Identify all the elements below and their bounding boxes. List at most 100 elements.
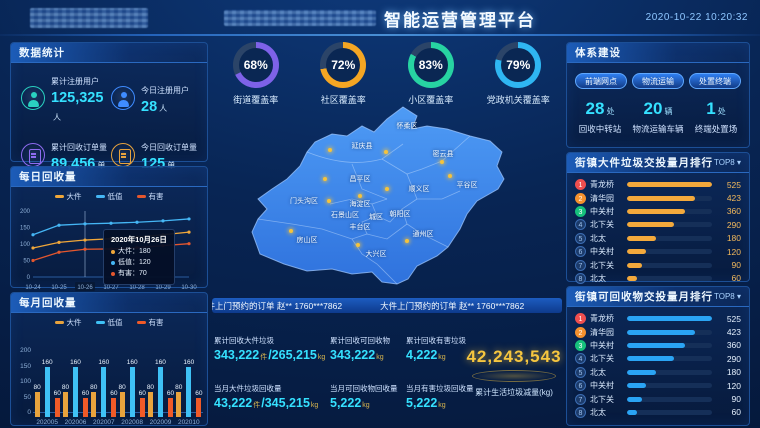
- map-district-label[interactable]: 延庆县: [352, 141, 373, 151]
- map-district-label[interactable]: 门头沟区: [290, 196, 318, 206]
- legend-marker: [55, 321, 64, 324]
- ranking-row: 5北太180: [575, 232, 741, 245]
- map-district-label[interactable]: 顺义区: [409, 184, 430, 194]
- ranking-value: 525: [716, 180, 741, 190]
- bar: [168, 398, 173, 417]
- bar: [101, 367, 106, 417]
- rank-badge: 5: [575, 233, 586, 244]
- legend-item[interactable]: 大件: [55, 317, 82, 328]
- x-axis-label: 202006: [65, 419, 87, 426]
- user-icon: [111, 86, 135, 110]
- map-district-label[interactable]: 密云县: [433, 149, 454, 159]
- top8-dropdown[interactable]: TOP8 ▾: [714, 158, 741, 167]
- map-district-label[interactable]: 昌平区: [350, 174, 371, 184]
- tab-disposal-terminal[interactable]: 处置终端: [689, 73, 741, 89]
- ranking-bar-track: [627, 263, 712, 268]
- legend-marker: [96, 195, 105, 198]
- x-axis-label: 202005: [36, 419, 58, 426]
- ranking-row: 6中关村120: [575, 245, 741, 258]
- ticker-item: 大件上门预约的订单 赵** 1760***7862: [380, 300, 524, 312]
- bar-value-label: 60: [110, 390, 117, 397]
- y-axis-tick: 150: [15, 363, 31, 370]
- panel-ranking-large: 街镇大件垃圾交投量月排行TOP8 ▾ 1青龙桥5252清华园4233中关村360…: [566, 152, 750, 282]
- counter-label: 累计生活垃圾减量(kg): [475, 387, 553, 398]
- rank-badge: 2: [575, 327, 586, 338]
- legend-item[interactable]: 有害: [137, 317, 164, 328]
- svg-text:10-27: 10-27: [103, 285, 119, 291]
- ranking-value: 290: [716, 220, 741, 230]
- map-district-label[interactable]: 房山区: [297, 235, 318, 245]
- stat-value: 125,325: [51, 90, 103, 106]
- map-district-label[interactable]: 城区: [369, 212, 383, 222]
- svg-text:10-29: 10-29: [155, 285, 171, 291]
- bar-group: 8016060202010: [175, 330, 202, 426]
- y-axis-tick: 0: [15, 409, 31, 416]
- legend-label: 有害: [149, 191, 164, 202]
- legend-item[interactable]: 有害: [137, 191, 164, 202]
- ranking-name: 北太: [590, 273, 623, 284]
- ranking-value: 423: [716, 193, 741, 203]
- bar-value-label: 160: [42, 359, 53, 366]
- legend-item[interactable]: 低值: [96, 191, 123, 202]
- bar: [120, 392, 125, 417]
- tab-front-end-network[interactable]: 前端网点: [575, 73, 627, 89]
- bar-value-label: 160: [155, 359, 166, 366]
- bar-value-label: 80: [34, 384, 41, 391]
- x-axis-label: 202007: [93, 419, 115, 426]
- legend-item[interactable]: 低值: [96, 317, 123, 328]
- ranking-row: 7北下关90: [575, 258, 741, 271]
- ranking-value: 525: [716, 314, 741, 324]
- ranking-bar: [627, 222, 674, 227]
- map-district-label[interactable]: 石景山区: [331, 210, 359, 220]
- panel-title: 街镇大件垃圾交投量月排行: [575, 155, 713, 170]
- ranking-value: 290: [716, 354, 741, 364]
- gauge-ring: 79%: [495, 42, 541, 88]
- daily-line-chart: 05010015020010-2410-2510-2610-2710-2810-…: [11, 203, 207, 300]
- map-site-dot: [448, 174, 452, 178]
- svg-text:100: 100: [20, 242, 31, 248]
- ranking-name: 北太: [590, 407, 623, 418]
- summary-label: 当月大件垃圾回收量: [214, 383, 326, 394]
- ranking-bar: [627, 370, 656, 375]
- summary-value: 343,222kg: [330, 348, 402, 362]
- system-stat-transfer: 28处回收中转站: [571, 99, 629, 135]
- tooltip-row: 大件：180: [111, 247, 167, 258]
- beijing-map[interactable]: 怀柔区延庆县密云县平谷区 昌平区顺义区门头沟区 海淀区石景山区城区朝阳区丰台区房山区…: [212, 104, 562, 294]
- ranking-bar-track: [627, 370, 712, 375]
- top8-dropdown[interactable]: TOP8 ▾: [714, 292, 741, 301]
- ranking-bar: [627, 316, 712, 321]
- ranking-row: 5北太180: [575, 366, 741, 379]
- tab-logistics[interactable]: 物流运输: [632, 73, 684, 89]
- summary-label: 累计回收有害垃圾: [406, 335, 464, 346]
- bar-value-label: 80: [147, 384, 154, 391]
- map-district-label[interactable]: 海淀区: [350, 199, 371, 209]
- map-district-label[interactable]: 通州区: [413, 229, 434, 239]
- tooltip-row: 有害：70: [111, 269, 167, 280]
- svg-text:50: 50: [23, 259, 30, 265]
- map-site-dot: [323, 177, 327, 181]
- rank-badge: 5: [575, 367, 586, 378]
- rank-badge: 3: [575, 340, 586, 351]
- gauge-street: 68%街道覆盖率: [212, 42, 300, 108]
- rank-badge: 7: [575, 394, 586, 405]
- legend-item[interactable]: 大件: [55, 191, 82, 202]
- legend-marker: [137, 321, 146, 324]
- ranking-row: 3中关村360: [575, 339, 741, 352]
- ranking-row: 4北下关290: [575, 352, 741, 365]
- map-district-label[interactable]: 朝阳区: [390, 209, 411, 219]
- map-district-label[interactable]: 大兴区: [366, 249, 387, 259]
- ranking-name: 北下关: [590, 394, 623, 405]
- map-district-label[interactable]: 平谷区: [457, 180, 478, 190]
- map-district-label[interactable]: 怀柔区: [397, 121, 418, 131]
- title-censored-block: [224, 10, 376, 26]
- counter-value: 42,243,543: [466, 347, 561, 367]
- panel-title: 街镇可回收物交投量月排行: [575, 289, 713, 304]
- ranking-bar: [627, 209, 685, 214]
- ranking-bar-track: [627, 236, 712, 241]
- map-district-label[interactable]: 丰台区: [350, 222, 371, 232]
- coverage-gauges: 68%街道覆盖率 72%社区覆盖率 83%小区覆盖率 79%党政机关覆盖率: [212, 42, 562, 108]
- bar: [176, 392, 181, 417]
- user-icon: [21, 86, 45, 110]
- rank-badge: 7: [575, 260, 586, 271]
- ranking-name: 中关村: [590, 380, 623, 391]
